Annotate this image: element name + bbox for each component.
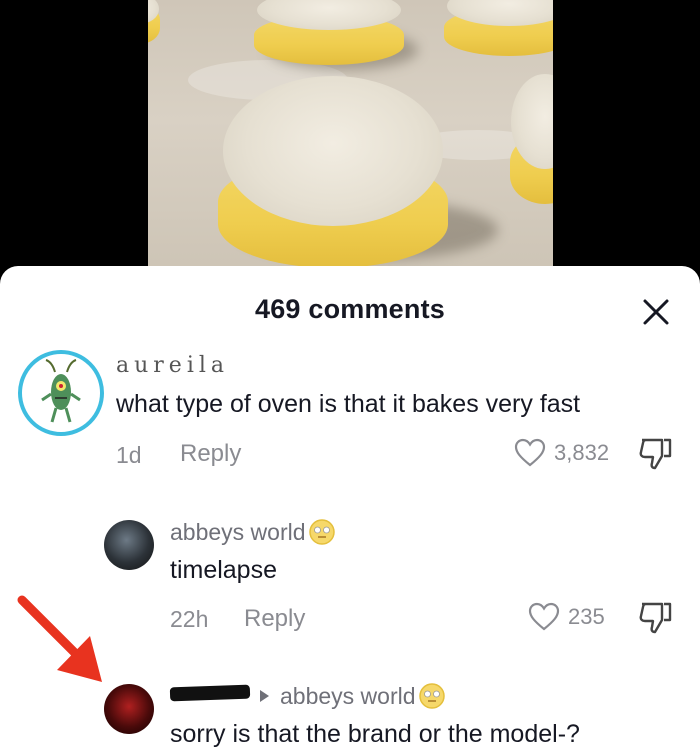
character-avatar-icon xyxy=(25,357,97,429)
avatar[interactable] xyxy=(104,520,154,570)
avatar[interactable] xyxy=(18,350,104,436)
annotation-arrow-icon xyxy=(17,595,102,682)
video-player[interactable] xyxy=(0,0,700,300)
comment-age: 1d xyxy=(116,442,142,468)
comment-username-text: abbeys world xyxy=(170,518,306,545)
comment-text: timelapse xyxy=(170,556,277,584)
like-button[interactable]: 235 xyxy=(528,602,605,632)
heart-icon xyxy=(528,602,560,631)
emoji-icon xyxy=(308,519,335,545)
close-icon[interactable] xyxy=(642,298,670,326)
reply-to-username[interactable]: abbeys world xyxy=(280,682,446,710)
comment-age: 22h xyxy=(170,606,209,632)
comments-count-title: 469 comments xyxy=(255,294,445,324)
comment-text: what type of oven is that it bakes very … xyxy=(116,390,581,418)
like-count: 235 xyxy=(568,604,605,629)
like-button[interactable]: 3,832 xyxy=(514,438,609,468)
like-count: 3,832 xyxy=(554,440,610,465)
reply-button[interactable]: Reply xyxy=(180,440,241,468)
comment-username[interactable]: aureila xyxy=(116,353,229,378)
comment-text: sorry is that the brand or the model-? xyxy=(170,720,580,748)
reply-button[interactable]: Reply xyxy=(244,605,305,633)
reply-arrow-icon xyxy=(260,690,269,702)
heart-icon xyxy=(514,438,546,467)
dislike-icon[interactable] xyxy=(636,436,674,472)
dislike-icon[interactable] xyxy=(636,600,674,636)
dough-photo xyxy=(148,0,553,300)
emoji-icon xyxy=(418,683,445,709)
reply-to-username-text: abbeys world xyxy=(280,682,416,709)
redacted-username xyxy=(169,684,251,702)
comment-username[interactable]: abbeys world xyxy=(170,518,336,546)
